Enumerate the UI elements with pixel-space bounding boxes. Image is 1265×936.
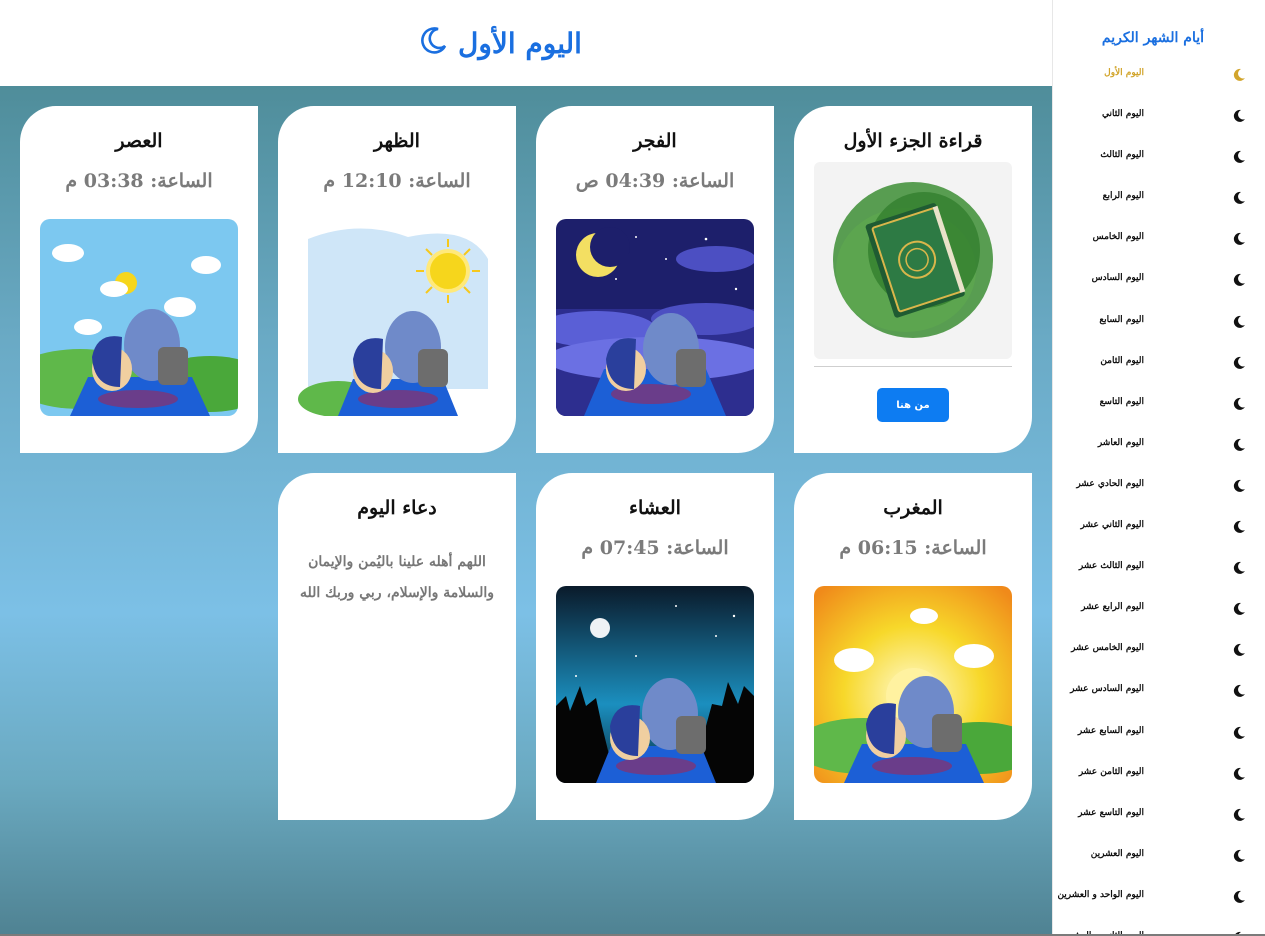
sidebar-day-label: اليوم الأول xyxy=(1104,68,1144,78)
sidebar-day-item[interactable]: اليوم الرابع xyxy=(1053,183,1265,224)
asr-prayer-image xyxy=(40,219,238,416)
sidebar-day-item[interactable]: اليوم الثاني xyxy=(1053,101,1265,142)
crescent-moon-icon xyxy=(1232,602,1246,616)
fajr-prayer-image xyxy=(556,219,754,416)
crescent-moon-icon xyxy=(1232,808,1246,822)
asr-title: العصر xyxy=(115,130,163,152)
sidebar-day-label: اليوم الثالث عشر xyxy=(1078,561,1144,572)
sidebar-list: اليوم الأول اليوم الثاني اليوم الثالث اليوم… xyxy=(1053,60,1265,936)
page-title-text: اليوم الأول xyxy=(458,26,582,60)
crescent-moon-icon xyxy=(1232,397,1246,411)
isha-title: العشاء xyxy=(629,497,681,519)
fajr-time: الساعة: 04:39 ص xyxy=(575,170,735,192)
crescent-moon-icon xyxy=(1232,520,1246,534)
quran-reading-card: قراءة الجزء الأول من هنا xyxy=(794,106,1032,453)
sidebar-day-label: اليوم الثاني عشر xyxy=(1080,520,1144,531)
maghrib-time: الساعة: 06:15 م xyxy=(839,537,987,559)
sidebar-day-label: اليوم التاسع xyxy=(1099,396,1144,407)
days-sidebar: أيام الشهر الكريم اليوم الأول اليوم الثان… xyxy=(1052,0,1265,936)
main-content: قراءة الجزء الأول من هنا الفجر الساعة: 0 xyxy=(0,86,1052,936)
sidebar-day-item[interactable]: اليوم العاشر xyxy=(1053,430,1265,471)
sidebar-day-item[interactable]: اليوم الثاني عشر xyxy=(1053,512,1265,553)
quran-book-image xyxy=(814,162,1012,359)
crescent-moon-icon xyxy=(420,26,448,61)
crescent-moon-icon xyxy=(1232,315,1246,329)
sidebar-day-item[interactable]: اليوم الواحد و العشرين xyxy=(1053,882,1265,923)
sidebar-day-item[interactable]: اليوم الثالث xyxy=(1053,142,1265,183)
sidebar-day-item[interactable]: اليوم الأول xyxy=(1053,60,1265,101)
quran-card-divider xyxy=(814,366,1012,367)
sidebar-day-item[interactable]: اليوم الخامس عشر xyxy=(1053,635,1265,676)
dhuhr-title: الظهر xyxy=(374,130,420,152)
sidebar-day-item[interactable]: اليوم الثالث عشر xyxy=(1053,553,1265,594)
isha-time: الساعة: 07:45 م xyxy=(581,537,729,559)
quran-card-title: قراءة الجزء الأول xyxy=(843,130,983,152)
crescent-moon-icon xyxy=(1232,191,1246,205)
page-title: اليوم الأول xyxy=(420,26,582,61)
maghrib-card: المغرب الساعة: 06:15 م xyxy=(794,473,1032,820)
asr-card: العصر الساعة: 03:38 م xyxy=(20,106,258,453)
sidebar-day-label: اليوم التاسع عشر xyxy=(1078,807,1144,818)
crescent-moon-icon xyxy=(1232,479,1246,493)
sidebar-day-item[interactable]: اليوم السادس xyxy=(1053,265,1265,306)
dhuhr-time: الساعة: 12:10 م xyxy=(323,170,471,192)
maghrib-title: المغرب xyxy=(883,497,943,519)
daily-dua-card: دعاء اليوم اللهم أهله علينا باليُمن والإ… xyxy=(278,473,516,820)
sidebar-title: أيام الشهر الكريم xyxy=(1101,30,1204,46)
sidebar-day-label: اليوم الخامس عشر xyxy=(1071,643,1144,654)
sidebar-day-item[interactable]: اليوم العشرين xyxy=(1053,841,1265,882)
sidebar-day-item[interactable]: اليوم السابع عشر xyxy=(1053,718,1265,759)
sidebar-day-item[interactable]: اليوم السابع xyxy=(1053,307,1265,348)
sidebar-day-label: اليوم الرابع عشر xyxy=(1081,602,1144,613)
crescent-moon-icon xyxy=(1232,68,1246,82)
sidebar-day-item[interactable]: اليوم التاسع xyxy=(1053,389,1265,430)
sidebar-day-label: اليوم السادس عشر xyxy=(1070,684,1144,695)
sidebar-day-label: اليوم الواحد و العشرين xyxy=(1057,889,1144,900)
sidebar-day-label: اليوم الرابع xyxy=(1102,191,1144,202)
crescent-moon-icon xyxy=(1232,890,1246,904)
sidebar-day-label: اليوم الثاني xyxy=(1101,109,1144,120)
sidebar-day-item[interactable]: اليوم الخامس xyxy=(1053,224,1265,265)
sidebar-day-label: اليوم السابع عشر xyxy=(1077,725,1144,736)
sidebar-day-item[interactable]: اليوم الرابع عشر xyxy=(1053,594,1265,635)
dua-text: اللهم أهله علينا باليُمن والإيمان والسلا… xyxy=(299,554,494,601)
crescent-moon-icon xyxy=(1232,232,1246,246)
sidebar-day-label: اليوم الثامن xyxy=(1100,355,1144,366)
sidebar-day-label: اليوم العاشر xyxy=(1097,437,1144,448)
fajr-card: الفجر الساعة: 04:39 ص xyxy=(536,106,774,453)
dhuhr-prayer-image xyxy=(298,219,496,416)
sidebar-day-label: اليوم السابع xyxy=(1099,314,1144,325)
isha-prayer-image xyxy=(556,586,754,783)
dhuhr-card: الظهر الساعة: 12:10 م xyxy=(278,106,516,453)
sidebar-day-label: اليوم العشرين xyxy=(1090,848,1144,859)
start-reading-button[interactable]: من هنا xyxy=(877,388,949,422)
crescent-moon-icon xyxy=(1232,438,1246,452)
sidebar-day-label: اليوم الثامن عشر xyxy=(1078,766,1144,777)
crescent-moon-icon xyxy=(1232,849,1246,863)
header: اليوم الأول xyxy=(0,0,1052,86)
sidebar-day-item[interactable]: اليوم الحادي عشر xyxy=(1053,471,1265,512)
dua-title: دعاء اليوم xyxy=(357,497,437,519)
sidebar-day-label: اليوم الخامس xyxy=(1092,232,1144,243)
crescent-moon-icon xyxy=(1232,150,1246,164)
sidebar-day-item[interactable]: اليوم الثامن عشر xyxy=(1053,759,1265,800)
crescent-moon-icon xyxy=(1232,273,1246,287)
crescent-moon-icon xyxy=(1232,767,1246,781)
maghrib-prayer-image xyxy=(814,586,1012,783)
sidebar-day-label: اليوم الثالث xyxy=(1100,150,1144,161)
sidebar-day-label: اليوم الحادي عشر xyxy=(1076,478,1144,489)
sidebar-day-item[interactable]: اليوم الثامن xyxy=(1053,348,1265,389)
sidebar-day-label: اليوم السادس xyxy=(1091,273,1144,284)
crescent-moon-icon xyxy=(1232,356,1246,370)
crescent-moon-icon xyxy=(1232,643,1246,657)
crescent-moon-icon xyxy=(1232,684,1246,698)
isha-card: العشاء الساعة: 07:45 م xyxy=(536,473,774,820)
crescent-moon-icon xyxy=(1232,561,1246,575)
crescent-moon-icon xyxy=(1232,109,1246,123)
sidebar-day-item[interactable]: اليوم التاسع عشر xyxy=(1053,800,1265,841)
asr-time: الساعة: 03:38 م xyxy=(65,170,213,192)
fajr-title: الفجر xyxy=(633,130,677,152)
crescent-moon-icon xyxy=(1232,726,1246,740)
sidebar-day-item[interactable]: اليوم السادس عشر xyxy=(1053,676,1265,717)
